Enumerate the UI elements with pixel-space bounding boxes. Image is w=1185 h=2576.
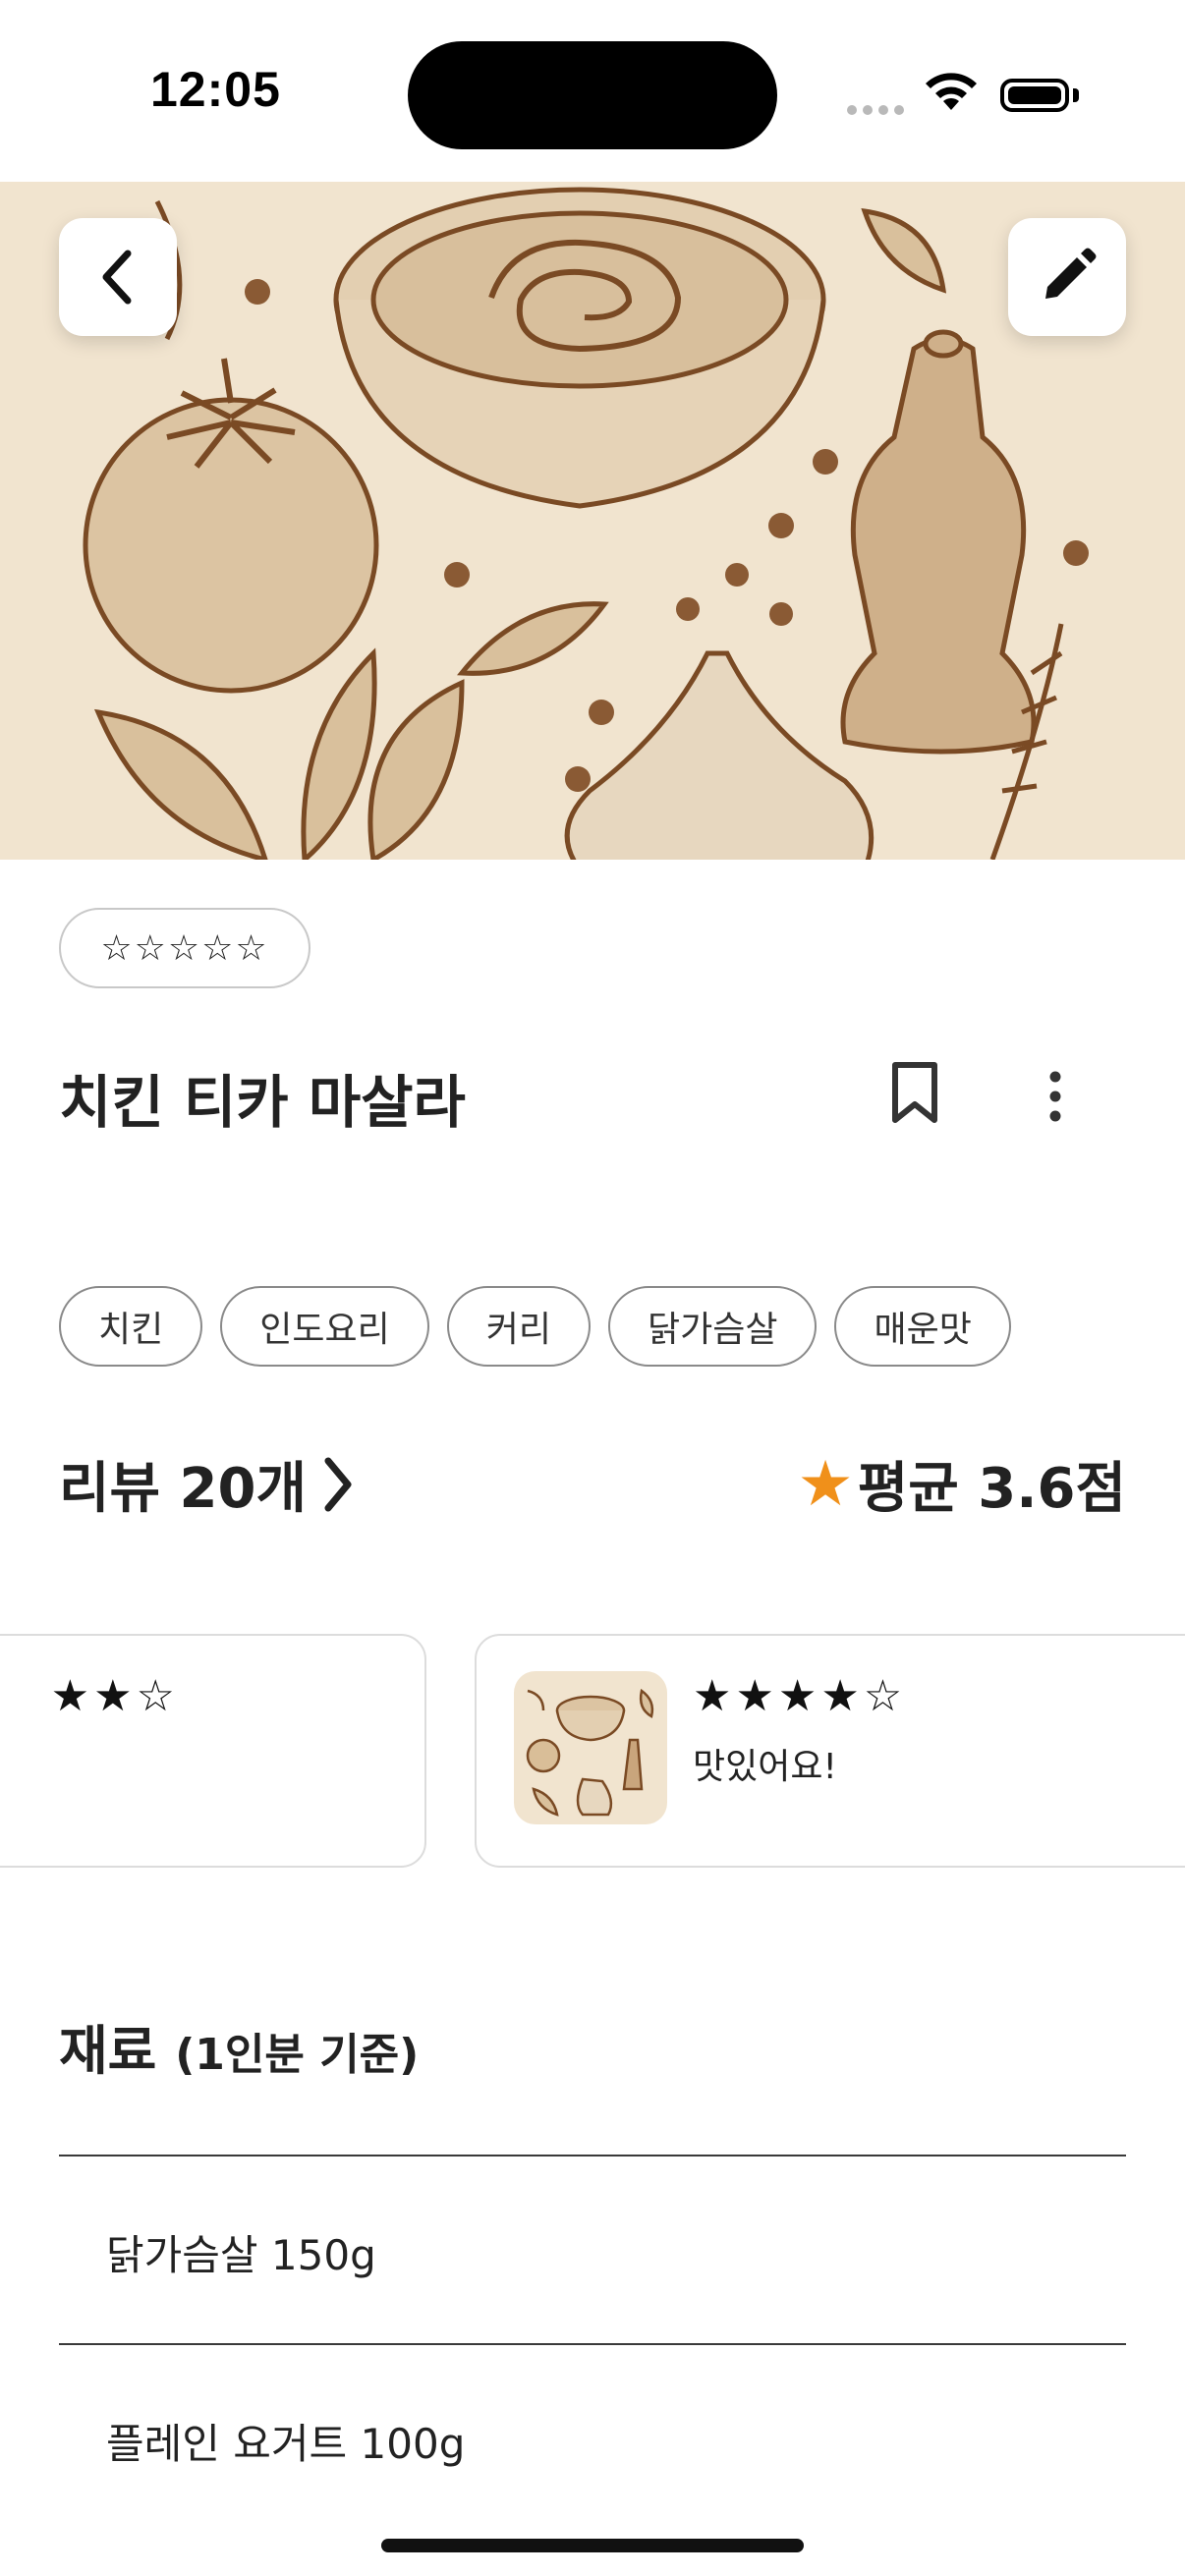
cellular-signal-icon [847,102,910,120]
tag-chip[interactable]: 닭가슴살 [607,1286,818,1367]
battery-icon [1000,79,1069,112]
my-rating-button[interactable]: ☆☆☆☆☆ [59,908,310,988]
divider [59,2155,1126,2156]
chevron-right-icon [324,1457,352,1511]
review-card[interactable]: ★★☆ [0,1634,426,1868]
review-stars: ★★★★☆ [693,1671,907,1721]
tag-chip[interactable]: 매운맛 [834,1286,1011,1367]
battery-tip [1073,88,1079,102]
review-stars: ★★☆ [50,1671,179,1721]
average-rating: ★ 평균 3.6점 [797,1444,1126,1524]
ingredient-item: 플레인 요거트 100g [106,2420,466,2468]
edit-recipe-button[interactable] [1008,218,1126,336]
star-icon: ★ [797,1447,854,1521]
reviews-link[interactable]: 리뷰 20개 [59,1444,356,1524]
more-vertical-icon [1049,1071,1061,1122]
ingredients-title: 재료 (1인분 기준) [59,2007,419,2085]
status-time: 12:05 [150,62,281,117]
review-text: 맛있어요! [693,1747,837,1787]
chevron-left-icon [102,250,132,305]
tag-chip[interactable]: 인도요리 [220,1286,429,1367]
wifi-icon [922,71,981,119]
tag-chip[interactable]: 커리 [446,1286,591,1367]
more-options-button[interactable] [1042,1069,1069,1129]
divider [59,2343,1126,2345]
review-card[interactable]: ★★★★☆ 맛있어요! [475,1634,1185,1868]
bookmark-icon [892,1062,937,1123]
back-button[interactable] [59,218,177,336]
tag-list: 치킨 인도요리 커리 닭가슴살 매운맛 [59,1286,1011,1367]
pencil-icon [1045,248,1097,299]
ingredient-item: 닭가슴살 150g [106,2231,376,2279]
ingredients-serving-note: (1인분 기준) [175,2030,420,2080]
review-count-label: 리뷰 20개 [59,1457,307,1521]
average-rating-label: 평균 3.6점 [857,1457,1126,1521]
recipe-title: 치킨 티카 마살라 [59,1069,466,1136]
home-indicator[interactable] [381,2539,804,2552]
bookmark-button[interactable] [887,1061,942,1131]
review-photo [514,1671,667,1824]
tag-chip[interactable]: 치킨 [59,1286,203,1367]
ingredients-heading: 재료 [59,2020,157,2082]
dynamic-island [408,41,777,149]
